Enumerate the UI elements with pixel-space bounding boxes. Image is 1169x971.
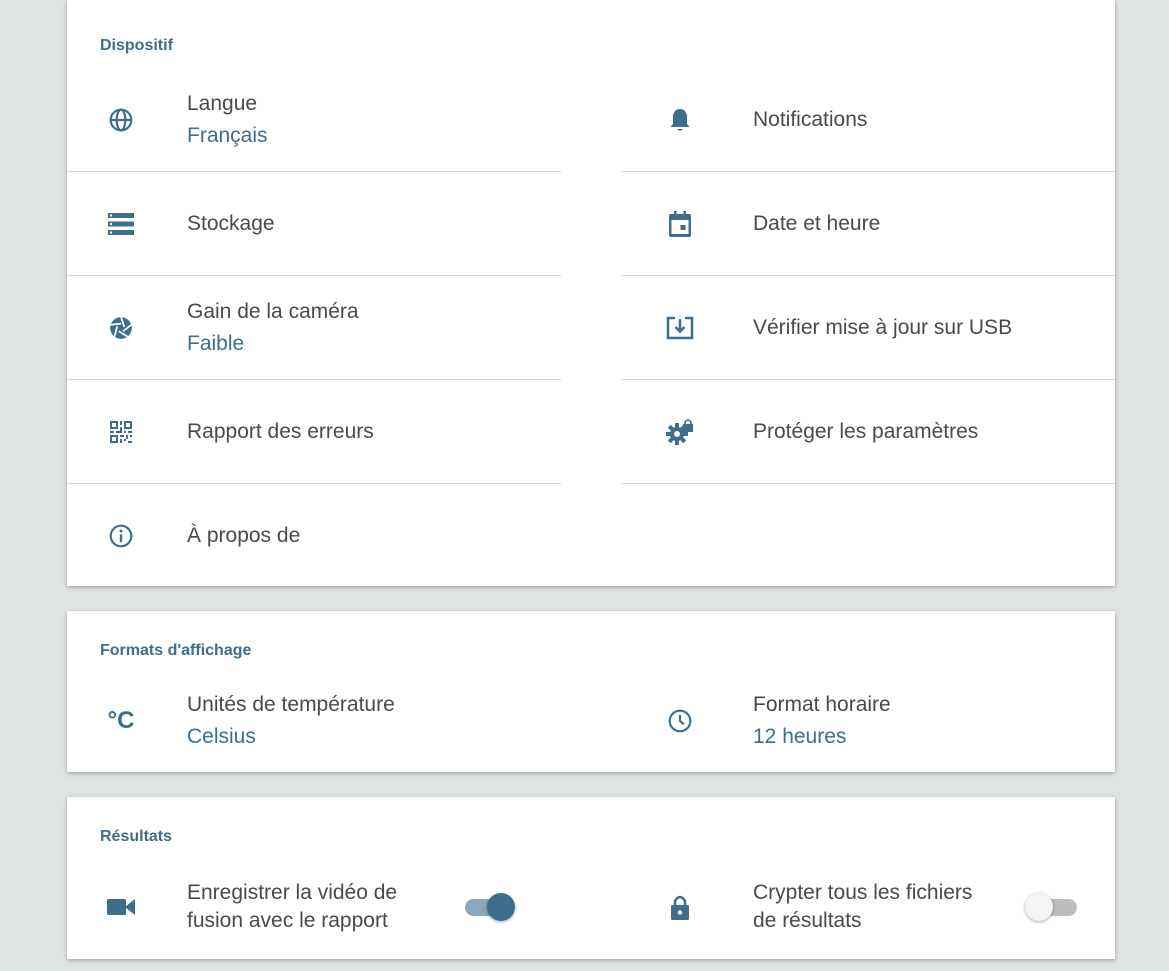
gear-lock-icon <box>666 418 694 446</box>
record-fusion-video-toggle[interactable] <box>461 891 517 923</box>
bell-icon <box>666 106 694 134</box>
globe-icon <box>107 106 135 134</box>
setting-language-value: Français <box>187 124 268 147</box>
setting-about[interactable]: À propos de <box>67 484 561 588</box>
clock-icon <box>666 707 694 735</box>
encrypt-results-toggle[interactable] <box>1025 891 1081 923</box>
setting-error-report-label: Rapport des erreurs <box>187 420 374 443</box>
setting-date-time-label: Date et heure <box>753 212 881 235</box>
setting-language[interactable]: Langue Français <box>67 68 561 172</box>
setting-about-label: À propos de <box>187 524 301 547</box>
setting-storage-label: Stockage <box>187 212 275 235</box>
setting-temperature-units-value: Celsius <box>187 725 256 748</box>
setting-language-label: Langue <box>187 92 258 115</box>
setting-time-format-label: Format horaire <box>753 693 891 716</box>
setting-time-format[interactable]: Format horaire 12 heures <box>621 669 1115 773</box>
setting-temperature-units-label: Unités de température <box>187 693 395 716</box>
setting-usb-update-label: Vérifier mise à jour sur USB <box>753 316 1013 339</box>
results-card: Résultats Enregistrer la vidéo de fusion… <box>67 797 1115 959</box>
setting-date-time[interactable]: Date et heure <box>621 172 1115 276</box>
setting-camera-gain-label: Gain de la caméra <box>187 300 359 323</box>
setting-camera-gain[interactable]: Gain de la caméra Faible <box>67 276 561 380</box>
setting-camera-gain-value: Faible <box>187 332 245 355</box>
device-settings-card: Dispositif Langue Français Notifications <box>67 0 1115 586</box>
setting-temperature-units[interactable]: °C Unités de température Celsius <box>67 669 561 773</box>
camera-aperture-icon <box>107 314 135 342</box>
qr-code-icon <box>107 418 135 446</box>
setting-notifications-label: Notifications <box>753 108 868 131</box>
setting-encrypt-results-label: Crypter tous les fichiers de résultats <box>753 881 973 932</box>
video-camera-icon <box>107 893 135 921</box>
display-section-title: Formats d'affichage <box>100 642 252 659</box>
setting-protect-settings[interactable]: Protéger les paramètres <box>621 380 1115 484</box>
setting-protect-settings-label: Protéger les paramètres <box>753 420 979 443</box>
setting-time-format-value: 12 heures <box>753 725 847 748</box>
setting-notifications[interactable]: Notifications <box>621 68 1115 172</box>
setting-usb-update[interactable]: Vérifier mise à jour sur USB <box>621 276 1115 380</box>
setting-error-report[interactable]: Rapport des erreurs <box>67 380 561 484</box>
results-section-title: Résultats <box>100 828 173 845</box>
download-icon <box>666 314 694 342</box>
setting-encrypt-results[interactable]: Crypter tous les fichiers de résultats <box>621 855 1115 959</box>
celsius-icon: °C <box>107 707 135 734</box>
lock-icon <box>666 893 694 921</box>
display-formats-card: Formats d'affichage °C Unités de tempéra… <box>67 611 1115 772</box>
info-icon <box>107 522 135 550</box>
device-section-title: Dispositif <box>100 37 173 54</box>
setting-record-fusion-video[interactable]: Enregistrer la vidéo de fusion avec le r… <box>67 855 561 959</box>
setting-record-fusion-video-label: Enregistrer la vidéo de fusion avec le r… <box>187 881 398 932</box>
setting-storage[interactable]: Stockage <box>67 172 561 276</box>
storage-icon <box>107 210 135 238</box>
calendar-icon <box>666 210 694 238</box>
